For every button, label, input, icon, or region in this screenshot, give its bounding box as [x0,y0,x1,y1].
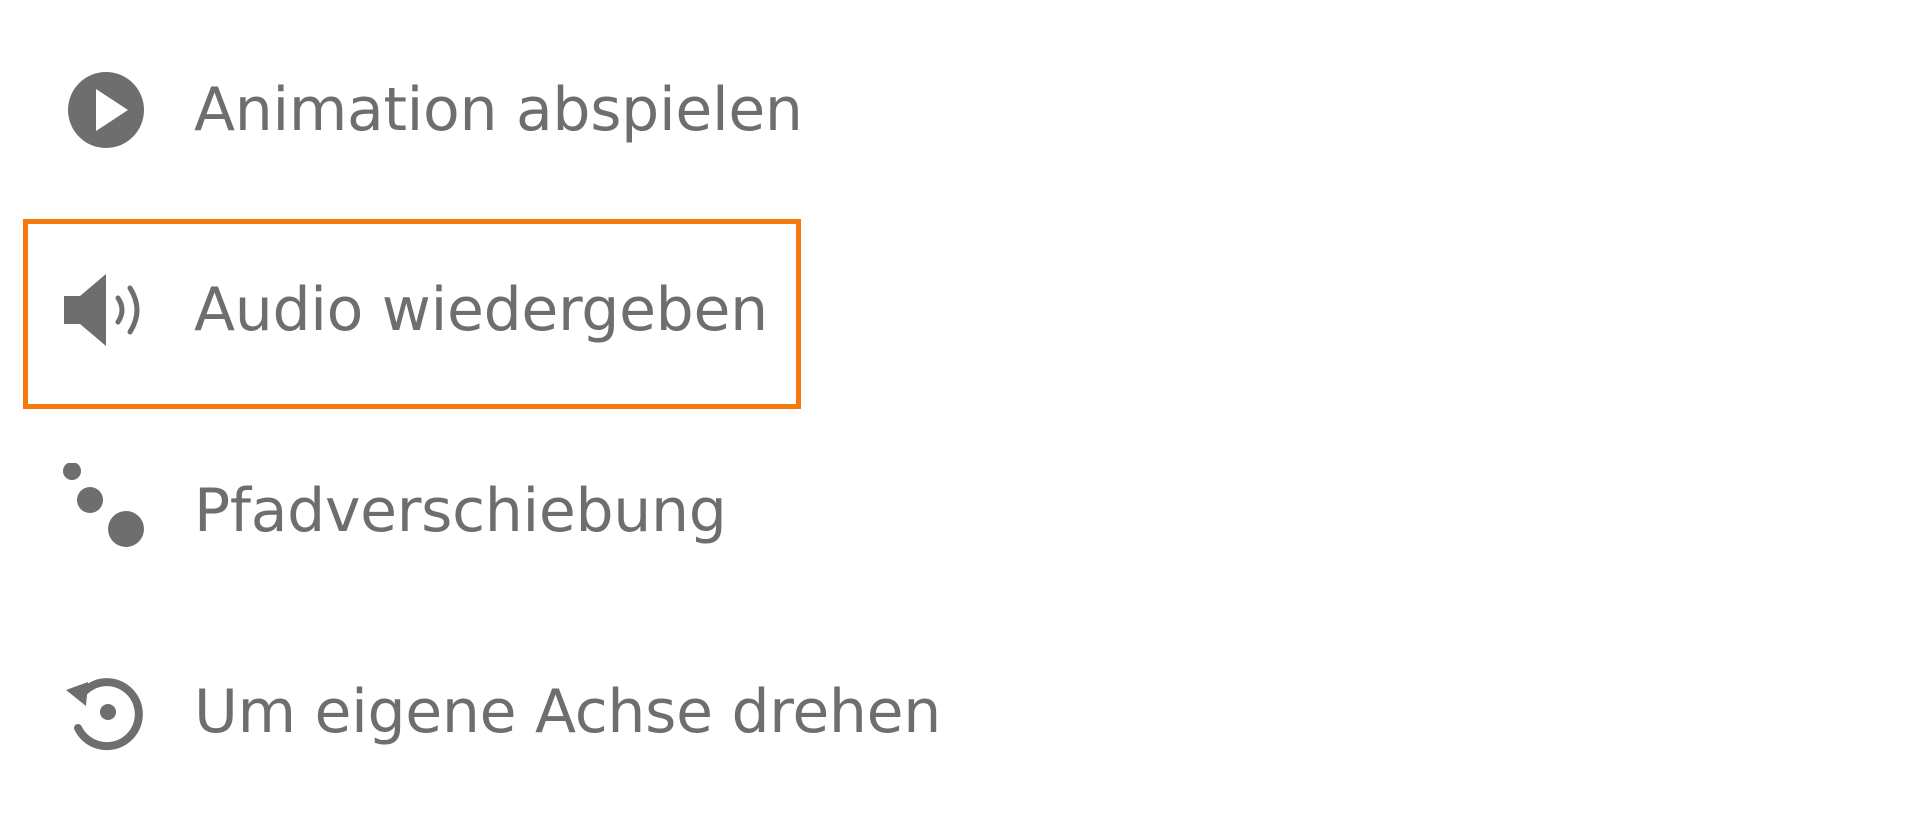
animation-action-menu: Animation abspielen Audio wiedergeben Pf… [0,0,1920,823]
menu-item-play-animation[interactable]: Animation abspielen [0,20,1000,200]
menu-item-label: Audio wiedergeben [194,275,768,345]
speaker-icon [58,262,154,358]
play-circle-icon [58,62,154,158]
rotate-icon [58,664,154,760]
menu-item-rotate-axis[interactable]: Um eigene Achse drehen [0,622,1000,802]
menu-item-label: Um eigene Achse drehen [194,677,942,747]
menu-item-label: Animation abspielen [194,75,803,145]
path-dots-icon [58,463,154,559]
menu-item-label: Pfadverschiebung [194,476,727,546]
menu-item-play-audio[interactable]: Audio wiedergeben [0,220,1000,400]
menu-item-path-motion[interactable]: Pfadverschiebung [0,421,1000,601]
